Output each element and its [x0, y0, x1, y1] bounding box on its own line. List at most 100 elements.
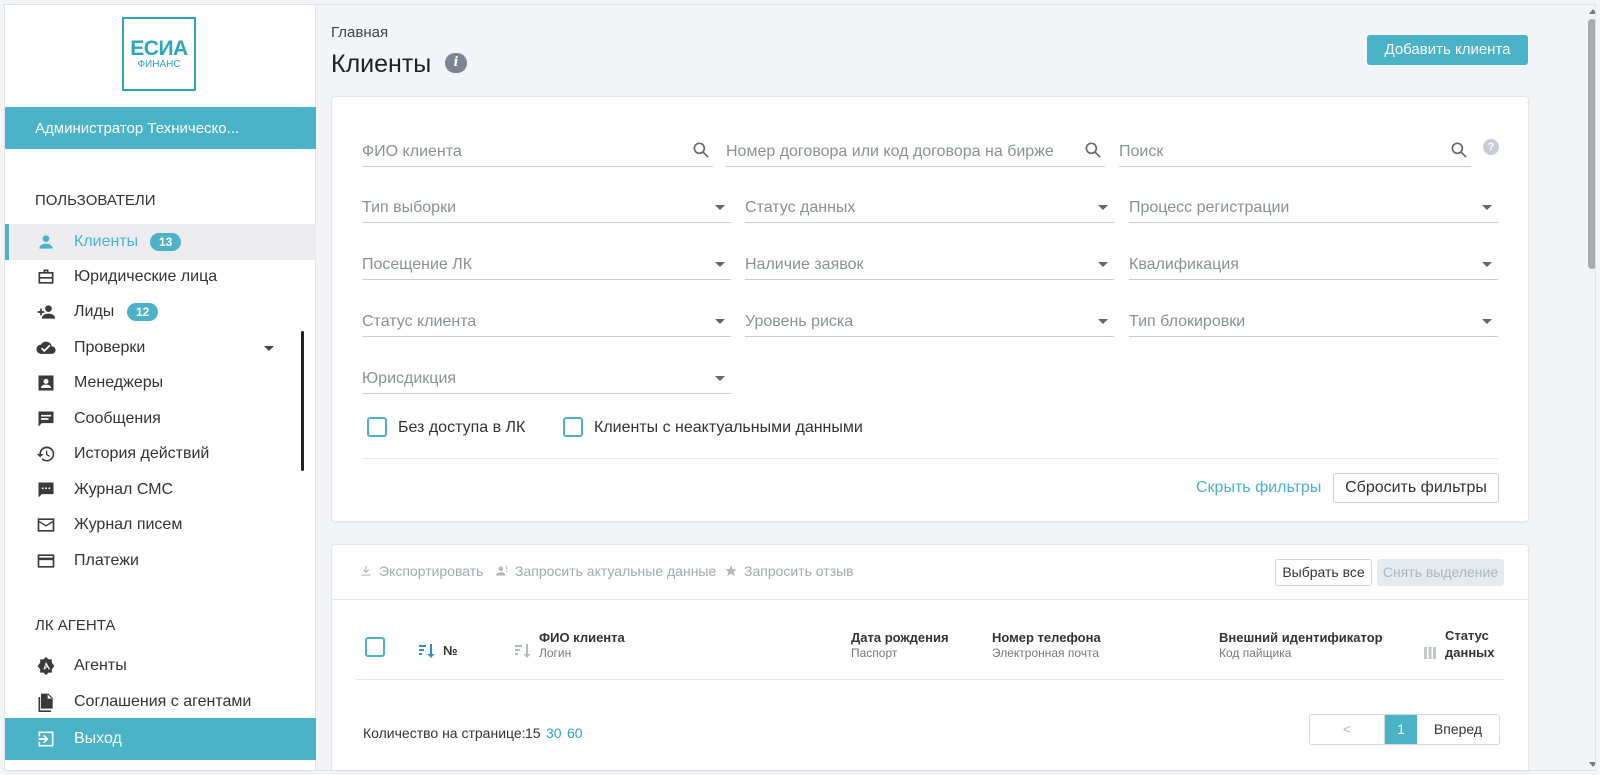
request-review-button[interactable]: Запросить отзыв [724, 563, 854, 579]
sidebar-item-legal-entities[interactable]: Юридические лица [5, 259, 316, 295]
person-icon [36, 232, 56, 252]
sidebar-item-mail-log[interactable]: Журнал писем [5, 507, 316, 543]
next-page-button[interactable]: Вперед > [1417, 715, 1499, 744]
search-icon[interactable] [1083, 140, 1103, 160]
sidebar-item-clients[interactable]: Клиенты 13 [5, 224, 316, 260]
page-scrollbar[interactable] [1588, 19, 1595, 269]
info-icon[interactable]: i [445, 53, 467, 73]
section-title-users: ПОЛЬЗОВАТЕЛИ [35, 192, 156, 209]
request-actual-data-button[interactable]: Запросить актуальные данные [495, 563, 716, 579]
search-icon[interactable] [1449, 140, 1469, 160]
per-page-option-15[interactable]: 15 [525, 725, 541, 741]
scroll-down-arrow-icon[interactable] [1589, 762, 1595, 767]
breadcrumb[interactable]: Главная [331, 24, 388, 41]
dropdown-arrow-icon [1482, 205, 1492, 210]
briefcase-icon [36, 267, 56, 287]
select-label: Посещение ЛК [362, 256, 473, 273]
per-page-option-30[interactable]: 30 [546, 725, 562, 741]
outdated-data-label[interactable]: Клиенты с неактуальными данными [594, 419, 863, 437]
sidebar-item-label: Журнал СМС [74, 481, 174, 498]
column-birth-date-header[interactable]: Дата рождения [851, 630, 949, 645]
sidebar-item-agent-agreements[interactable]: Соглашения с агентами [5, 684, 316, 720]
sidebar-item-label: Менеджеры [74, 374, 164, 391]
column-data-status-header-line2[interactable]: данных [1445, 645, 1495, 660]
client-name-search-field[interactable]: ФИО клиента [362, 141, 713, 167]
columns-settings-icon[interactable] [1424, 646, 1436, 659]
sidebar-item-label: Юридические лица [74, 268, 218, 285]
sidebar-item-leads[interactable]: Лиды 12 [5, 294, 316, 330]
logout-icon [36, 729, 56, 749]
filters-panel: ФИО клиента Номер договора или код догов… [331, 96, 1529, 522]
select-label: Статус данных [745, 199, 856, 216]
sidebar-item-checks[interactable]: Проверки [5, 330, 316, 366]
sidebar-item-payments[interactable]: Платежи [5, 543, 316, 579]
logout-button[interactable]: Выход [5, 718, 316, 760]
sidebar-item-label: История действий [74, 445, 210, 462]
column-shareholder-code-subheader: Код пайщика [1219, 646, 1292, 660]
select-jurisdiction[interactable]: Юрисдикция [362, 368, 731, 394]
person-add-icon [36, 302, 56, 322]
select-data-status[interactable]: Статус данных [745, 197, 1114, 223]
dropdown-arrow-icon [715, 319, 725, 324]
reset-filters-button[interactable]: Сбросить фильтры [1333, 473, 1499, 503]
select-label: Юрисдикция [362, 370, 457, 387]
select-label: Тип выборки [362, 199, 457, 216]
hide-filters-link[interactable]: Скрыть фильтры [1196, 479, 1321, 497]
help-icon[interactable]: ? [1483, 139, 1499, 155]
chevron-down-icon[interactable] [264, 346, 274, 351]
column-phone-header[interactable]: Номер телефона [992, 630, 1101, 645]
no-lk-access-label[interactable]: Без доступа в ЛК [398, 419, 525, 437]
select-label: Тип блокировки [1129, 313, 1246, 330]
dropdown-arrow-icon [1098, 262, 1108, 267]
sidebar-item-label: Агенты [74, 657, 127, 674]
sidebar-scrollbar[interactable] [301, 331, 304, 471]
general-search-field[interactable]: Поиск [1119, 141, 1471, 167]
column-passport-subheader: Паспорт [851, 646, 898, 660]
logo[interactable]: ЕСИА ФИНАНС [122, 17, 196, 91]
select-sample-type[interactable]: Тип выборки [362, 197, 731, 223]
export-button[interactable]: Экспортировать [359, 563, 483, 579]
contract-number-search-field[interactable]: Номер договора или код договора на бирже [726, 141, 1105, 167]
person-alert-icon [496, 566, 508, 576]
column-client-name-header[interactable]: ФИО клиента [539, 630, 625, 645]
column-external-id-header[interactable]: Внешний идентификатор [1219, 630, 1383, 645]
no-lk-access-checkbox[interactable] [367, 417, 387, 437]
sidebar-item-agents[interactable]: Агенты [5, 648, 316, 684]
credit-card-icon [36, 551, 56, 571]
prev-page-button[interactable]: < Назад [1310, 715, 1385, 744]
sidebar-item-managers[interactable]: Менеджеры [5, 365, 316, 401]
sidebar-item-label: Лиды [74, 303, 115, 320]
select-block-type[interactable]: Тип блокировки [1129, 311, 1498, 337]
client-name-placeholder: ФИО клиента [362, 143, 462, 160]
select-qualification[interactable]: Квалификация [1129, 254, 1498, 280]
search-icon[interactable] [691, 140, 711, 160]
deselect-button[interactable]: Снять выделение [1377, 559, 1504, 586]
select-requests[interactable]: Наличие заявок [745, 254, 1114, 280]
column-number-header[interactable]: № [443, 643, 458, 658]
sidebar-item-messages[interactable]: Сообщения [5, 401, 316, 437]
clients-table-panel: Экспортировать Запросить актуальные данн… [331, 544, 1529, 770]
select-client-status[interactable]: Статус клиента [362, 311, 731, 337]
add-client-button[interactable]: Добавить клиента [1367, 35, 1528, 65]
select-registration-process[interactable]: Процесс регистрации [1129, 197, 1498, 223]
per-page-option-60[interactable]: 60 [567, 725, 583, 741]
select-lk-visit[interactable]: Посещение ЛК [362, 254, 731, 280]
sort-active-icon[interactable] [419, 644, 435, 658]
sidebar-item-label: Платежи [74, 552, 139, 569]
scroll-up-arrow-icon[interactable] [1589, 9, 1595, 14]
sidebar-item-sms-log[interactable]: Журнал СМС [5, 472, 316, 508]
download-icon [361, 565, 371, 576]
logo-line2: ФИНАНС [137, 58, 181, 70]
sidebar-item-label: Сообщения [74, 410, 161, 427]
page-1-button[interactable]: 1 [1385, 715, 1417, 744]
sort-icon[interactable] [515, 644, 531, 658]
documents-icon [36, 692, 56, 712]
column-data-status-header-line1[interactable]: Статус [1445, 628, 1489, 643]
select-risk-level[interactable]: Уровень риска [745, 311, 1114, 337]
select-all-rows-checkbox[interactable] [365, 637, 385, 657]
user-menu[interactable]: Администратор Техническо... [5, 107, 316, 149]
select-all-button[interactable]: Выбрать все [1275, 559, 1372, 586]
app-window: ЕСИА ФИНАНС Администратор Техническо... … [4, 4, 1596, 771]
outdated-data-checkbox[interactable] [563, 417, 583, 437]
sidebar-item-history[interactable]: История действий [5, 436, 316, 472]
